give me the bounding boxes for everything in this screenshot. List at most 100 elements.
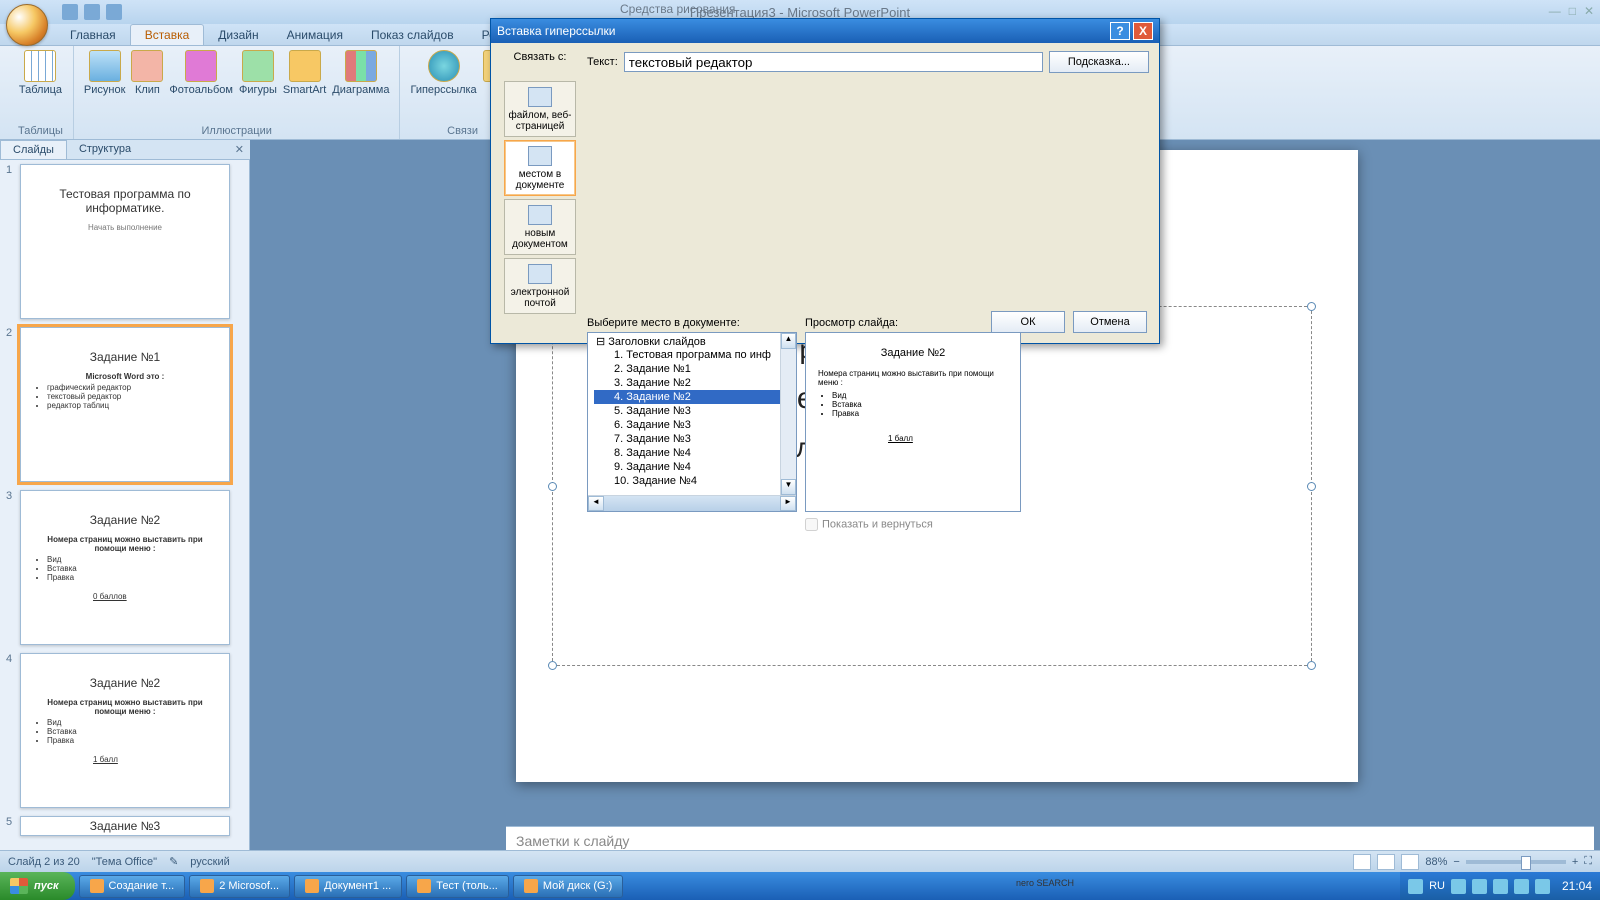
thumb-row[interactable]: 4 Задание №2 Номера страниц можно выстав… [6,653,243,808]
thumb-row[interactable]: 1 Тестовая программа по информатике. Нач… [6,164,243,319]
start-button[interactable]: пуск [0,872,75,900]
tab-home[interactable]: Главная [56,25,130,45]
scroll-up-icon[interactable]: ▲ [781,333,796,349]
link-to-place[interactable]: местом в документе [504,140,576,196]
album-icon [185,50,217,82]
tray-icon[interactable] [1408,879,1423,894]
link-to-file[interactable]: файлом, веб-страницей [504,81,576,137]
scroll-left-icon[interactable]: ◄ [588,496,604,511]
language-label[interactable]: русский [190,856,229,868]
thumb-row[interactable]: 5 Задание №3 [6,816,243,836]
place-tree[interactable]: Заголовки слайдов 1. Тестовая программа … [587,332,797,512]
tree-root[interactable]: Заголовки слайдов [594,335,796,348]
panel-close-icon[interactable]: ✕ [229,140,250,159]
tree-item[interactable]: 8. Задание №4 [594,446,796,460]
resize-handle[interactable] [1307,302,1316,311]
thumb-row[interactable]: 2 Задание №1 Microsoft Word это : графич… [6,327,243,482]
resize-handle[interactable] [548,661,557,670]
slide-thumbnail[interactable]: Задание №2 Номера страниц можно выставит… [20,653,230,808]
zoom-in-icon[interactable]: + [1572,856,1578,868]
close-icon[interactable]: ✕ [1584,4,1594,18]
tree-item[interactable]: 1. Тестовая программа по инф [594,348,796,362]
table-icon [24,50,56,82]
tree-item[interactable]: 5. Задание №3 [594,404,796,418]
shapes-button[interactable]: Фигуры [239,50,277,96]
zoom-out-icon[interactable]: − [1453,856,1459,868]
undo-icon[interactable] [84,4,100,20]
tree-item[interactable]: 10. Задание №4 [594,474,796,488]
tab-design[interactable]: Дизайн [204,25,272,45]
dialog-titlebar[interactable]: Вставка гиперссылки ? X [491,19,1159,43]
contextual-tab-label: Средства рисования [620,2,735,16]
tab-animation[interactable]: Анимация [273,25,357,45]
maximize-icon[interactable]: □ [1569,4,1576,18]
clock[interactable]: 21:04 [1562,879,1592,893]
tray-icon[interactable] [1472,879,1487,894]
tree-item[interactable]: 6. Задание №3 [594,418,796,432]
tray-icon[interactable] [1493,879,1508,894]
taskbar-item[interactable]: Документ1 ... [294,875,402,898]
scroll-right-icon[interactable]: ► [780,496,796,511]
photoalbum-button[interactable]: Фотоальбом [169,50,233,96]
hint-button[interactable]: Подсказка... [1049,51,1149,73]
slide-thumbnail[interactable]: Задание №2 Номера страниц можно выставит… [20,490,230,645]
tree-item[interactable]: 3. Задание №2 [594,376,796,390]
tree-item[interactable]: 9. Задание №4 [594,460,796,474]
slideshow-view-icon[interactable] [1401,854,1419,870]
slide-thumbnail[interactable]: Задание №1 Microsoft Word это : графичес… [20,327,230,482]
redo-icon[interactable] [106,4,122,20]
scrollbar-horizontal[interactable]: ◄► [588,495,796,511]
minimize-icon[interactable]: — [1549,4,1561,18]
app-icon [200,879,214,893]
close-icon[interactable]: X [1133,22,1153,40]
scroll-down-icon[interactable]: ▼ [781,479,796,495]
help-icon[interactable]: ? [1110,22,1130,40]
tab-slides[interactable]: Слайды [0,140,67,159]
link-to-email[interactable]: электронной почтой [504,258,576,314]
taskbar-item[interactable]: Создание т... [79,875,186,898]
zoom-slider[interactable] [1466,860,1566,864]
smartart-button[interactable]: SmartArt [283,50,326,96]
spellcheck-icon[interactable]: ✎ [169,855,178,868]
chart-icon [345,50,377,82]
taskbar-item[interactable]: Мой диск (G:) [513,875,623,898]
save-icon[interactable] [62,4,78,20]
chart-button[interactable]: Диаграмма [332,50,389,96]
tray-icon[interactable] [1514,879,1529,894]
tree-item[interactable]: 7. Задание №3 [594,432,796,446]
link-to-new[interactable]: новым документом [504,199,576,255]
office-button[interactable] [6,4,48,46]
scrollbar-vertical[interactable]: ▲▼ [780,333,796,495]
slide-thumbnail[interactable]: Задание №3 [20,816,230,836]
display-text-input[interactable] [624,52,1043,72]
ok-button[interactable]: ОК [991,311,1065,333]
normal-view-icon[interactable] [1353,854,1371,870]
resize-handle[interactable] [548,482,557,491]
slide-thumbnail[interactable]: Тестовая программа по информатике. Начат… [20,164,230,319]
clip-button[interactable]: Клип [131,50,163,96]
status-bar: Слайд 2 из 20 "Тема Office" ✎ русский 88… [0,850,1600,872]
hyperlink-button[interactable]: Гиперссылка [410,50,476,96]
tab-slideshow[interactable]: Показ слайдов [357,25,468,45]
tray-icon[interactable] [1535,879,1550,894]
taskbar-item[interactable]: Тест (толь... [406,875,509,898]
nero-search[interactable]: nero SEARCH [1010,878,1080,896]
resize-handle[interactable] [1307,482,1316,491]
thumbnail-pane[interactable]: 1 Тестовая программа по информатике. Нач… [0,140,250,872]
taskbar-item[interactable]: 2 Microsof... [189,875,290,898]
picture-button[interactable]: Рисунок [84,50,126,96]
select-place-label: Выберите место в документе: [587,317,797,329]
tree-item[interactable]: 4. Задание №2 [594,390,796,404]
lang-indicator[interactable]: RU [1429,880,1445,892]
fit-icon[interactable]: ⛶ [1584,855,1592,868]
sorter-view-icon[interactable] [1377,854,1395,870]
tray-icon[interactable] [1451,879,1466,894]
tree-item[interactable]: 2. Задание №1 [594,362,796,376]
clip-icon [131,50,163,82]
tab-outline[interactable]: Структура [67,140,143,159]
table-button[interactable]: Таблица [19,50,62,96]
cancel-button[interactable]: Отмена [1073,311,1147,333]
resize-handle[interactable] [1307,661,1316,670]
thumb-row[interactable]: 3 Задание №2 Номера страниц можно выстав… [6,490,243,645]
tab-insert[interactable]: Вставка [130,24,205,45]
